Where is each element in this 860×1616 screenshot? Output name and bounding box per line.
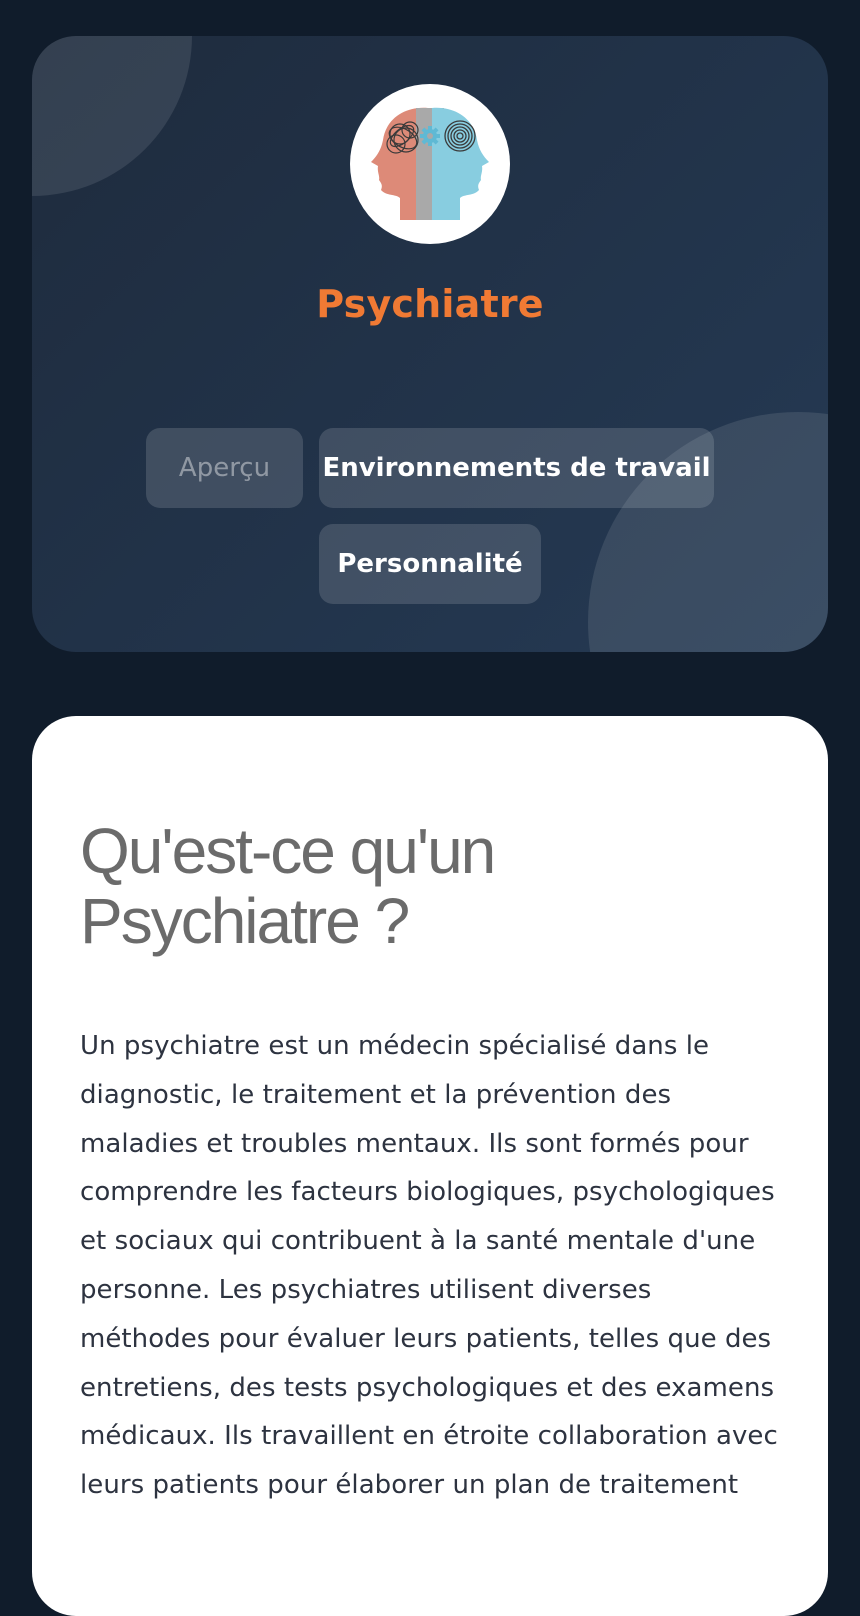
section-heading: Qu'est-ce qu'un Psychiatre ? [80,815,496,957]
decorative-circle [32,36,192,196]
tab-personality[interactable]: Personnalité [319,524,541,604]
career-header-card: Psychiatre Aperçu Environnements de trav… [32,36,828,652]
two-heads-mind-icon [350,84,510,244]
overview-content-card: Qu'est-ce qu'un Psychiatre ? Un psychiat… [32,716,828,1616]
tab-work-environments[interactable]: Environnements de travail [319,428,714,508]
description-paragraph: Un psychiatre est un médecin spécialisé … [80,1031,778,1501]
job-title: Psychiatre [316,282,544,326]
tab-overview[interactable]: Aperçu [146,428,303,508]
